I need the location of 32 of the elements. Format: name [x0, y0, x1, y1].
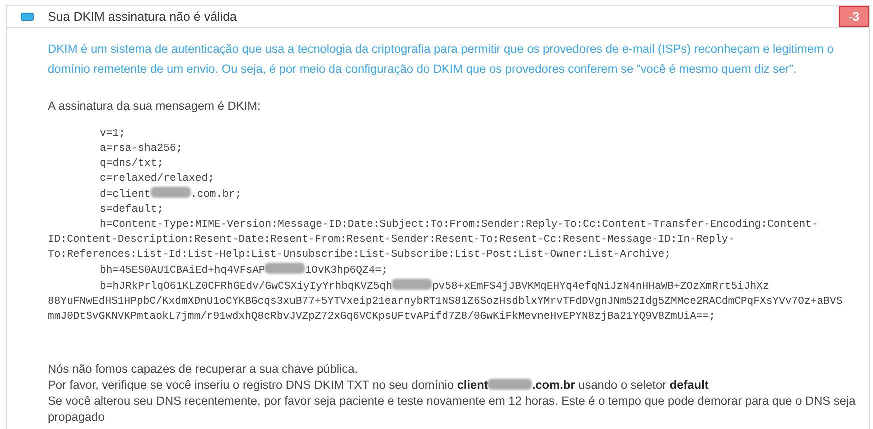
code-text: q=dns/txt;	[100, 158, 164, 170]
code-text: .com.br;	[190, 189, 242, 201]
code-text: 88YuFNwEdHS1HPpbC/KxdmXDnU1oCYKBGcqs3xuB77+5YTVxeip21earnybRT1NS81Z6SozHsdblxYMrvTFdDVgnJNm52Idg5ZMMce2RACdmCPqFXsYVv7Oz+aBVS	[48, 296, 843, 308]
code-text: 1OvK3hp6QZ4=;	[305, 265, 388, 277]
code-text: s=default;	[100, 204, 164, 216]
domain-text: default	[670, 378, 709, 392]
message-text: Nós não fomos capazes de recuperar a sua chave pública.	[48, 362, 358, 376]
code-text: c=relaxed/relaxed;	[100, 173, 214, 185]
redaction-mark	[392, 279, 432, 290]
domain-text: client	[457, 378, 488, 392]
code-text: ID:Content-Description:Resent-Date:Resent-From:Resent-Sender:Resent-To:Resent-Cc:Resent-Message-ID:In-Reply-	[48, 234, 735, 246]
description-text: DKIM é um sistema de autenticação que usa a tecnologia da criptografia para permitir que os provedores de e-mail (ISPs) reconheçam e legitimem o domínio remetente de um envio. Ou seja, é por meio da configuração do DKIM que os provedores conferem se “você é mesmo quem diz ser”.	[48, 41, 835, 78]
code-text: bh=45ES0AU1CBAiEd+hq4VFsAP	[100, 265, 266, 277]
section-title: Sua DKIM assinatura não é válida	[48, 10, 238, 24]
redaction-mark	[150, 187, 191, 198]
code-text: To:References:List-Id:List-Help:List-Unsubscribe:List-Subscribe:List-Post:List-Owner:List-Archive;	[48, 249, 672, 261]
code-text: h=Content-Type:MIME-Version:Message-ID:Date:Subject:To:From:Sender:Reply-To:Cc:Content-Transfer-Encoding:Content-	[100, 219, 818, 231]
code-text: mmJ0DtSvGKNVKPmtaokL7jmm/r91wdxhQ8cRbvJVZpZ72xGq6VCKpsUFtvAPifd7Z8/0GwKiFkMevneHvEPYN8zjBa21YQ9V8ZmUiA==;	[48, 311, 716, 323]
redaction-mark	[265, 263, 306, 274]
domain-text: .com.br	[532, 378, 576, 392]
status-icon	[21, 12, 34, 20]
code-text: b=hJRkPrlqO61KLZ0CFRhGEdv/GwCSXiyIyYrhbqKVZ5qh	[100, 281, 392, 293]
message-text: Por favor, verifique se você inseriu o registro DNS DKIM TXT no seu domínio	[48, 378, 455, 392]
message-text: Se você alterou seu DNS recentemente, por favor seja paciente e teste novamente em 12 horas. Este é o tempo que pode demorar para que o DNS seja propagado	[48, 394, 856, 424]
redaction-mark	[488, 379, 532, 390]
code-text: v=1;	[100, 128, 126, 140]
code-text: pv58+xEmFS4jJBVKMqEHYq4efqNiJzN4nHHaWB+ZOzXmRrt5iJhXz	[432, 281, 770, 293]
message-text: usando o seletor	[578, 378, 668, 392]
signature-label: A assinatura da sua mensagem é DKIM:	[48, 99, 262, 113]
score-badge: -3	[839, 6, 869, 27]
code-text: d=client	[100, 189, 151, 201]
code-text: a=rsa-sha256;	[100, 143, 183, 155]
